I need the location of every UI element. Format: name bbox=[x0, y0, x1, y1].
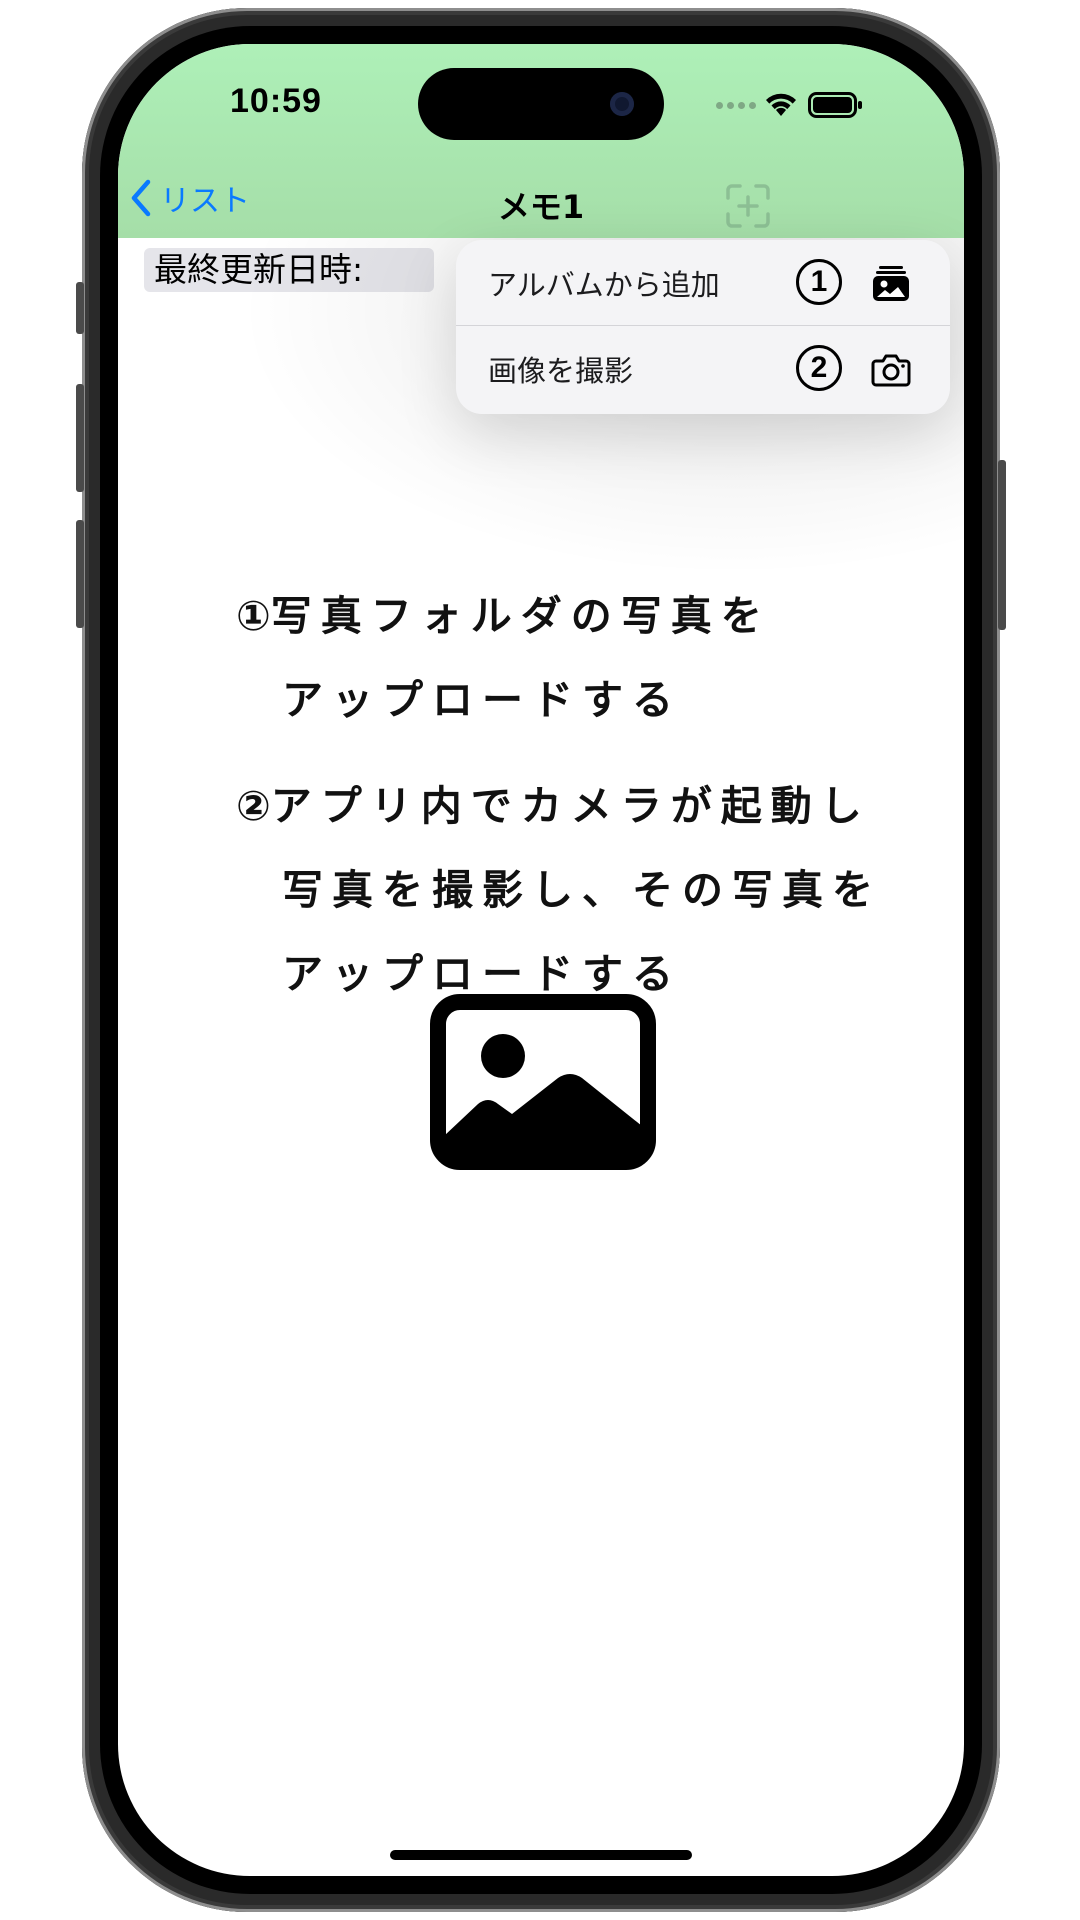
dynamic-island bbox=[418, 68, 664, 140]
volume-down-button bbox=[76, 520, 84, 628]
note-number-1: ① bbox=[236, 592, 271, 640]
note-line: 写真フォルダの写真を bbox=[270, 592, 771, 640]
action-button bbox=[76, 282, 84, 334]
add-photo-scan-icon[interactable] bbox=[724, 182, 772, 230]
menu-item-number-badge: 1 bbox=[796, 259, 842, 305]
menu-item-label: 画像を撮影 bbox=[488, 354, 634, 388]
power-button bbox=[998, 460, 1006, 630]
volume-up-button bbox=[76, 384, 84, 492]
status-icons bbox=[716, 86, 866, 126]
back-button-label: リスト bbox=[160, 184, 250, 219]
screen: 10:59 リスト メモ1 最終更新日時: アルバムから追加 1 画像を撮影 2… bbox=[118, 44, 964, 1876]
chevron-left-icon bbox=[131, 179, 151, 217]
back-button[interactable]: リスト bbox=[126, 176, 250, 220]
camera-icon bbox=[871, 354, 911, 387]
wifi-icon bbox=[766, 93, 796, 116]
battery-icon bbox=[808, 92, 862, 118]
menu-item-number-badge: 2 bbox=[796, 345, 842, 391]
front-camera-icon bbox=[610, 92, 634, 116]
home-indicator bbox=[390, 1850, 692, 1860]
note-line: アプリ内でカメラが起動し bbox=[270, 782, 871, 830]
navigation-header: 10:59 リスト メモ1 bbox=[118, 44, 964, 238]
menu-item-take-photo[interactable]: 画像を撮影 2 bbox=[456, 326, 950, 412]
last-updated-label: 最終更新日時: bbox=[144, 248, 434, 292]
status-time: 10:59 bbox=[230, 82, 322, 120]
note-line: アップロードする bbox=[282, 676, 682, 724]
photo-stack-icon bbox=[873, 266, 909, 301]
note-number-2: ② bbox=[236, 782, 271, 830]
note-camera-description: ②アプリ内でカメラが起動し 写真を撮影し、その写真を アップロードする bbox=[236, 764, 936, 1016]
menu-item-add-from-album[interactable]: アルバムから追加 1 bbox=[456, 240, 950, 326]
cellular-signal-icon bbox=[716, 102, 756, 109]
note-line: 写真を撮影し、その写真を bbox=[282, 866, 882, 914]
menu-item-label: アルバムから追加 bbox=[488, 267, 720, 302]
note-album-description: ①写真フォルダの写真を アップロードする bbox=[236, 574, 936, 742]
image-placeholder-icon bbox=[430, 994, 656, 1170]
add-image-menu: アルバムから追加 1 画像を撮影 2 bbox=[456, 240, 950, 414]
